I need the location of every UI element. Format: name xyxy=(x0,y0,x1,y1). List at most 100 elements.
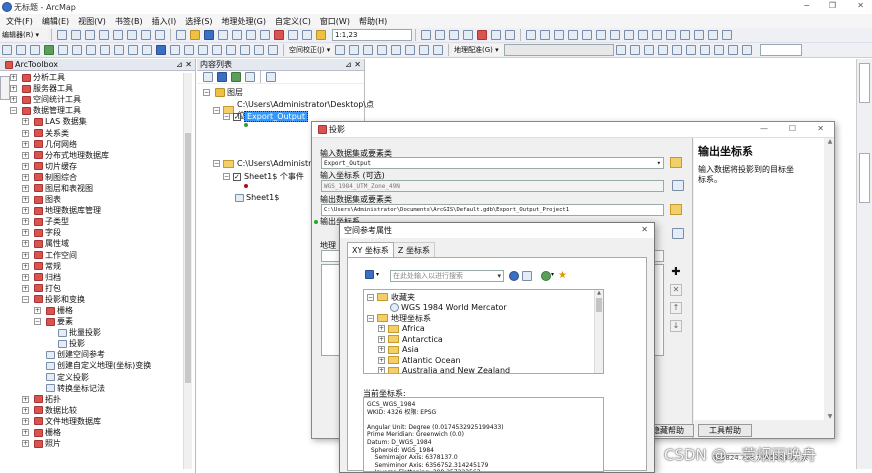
menu-item-7[interactable]: 自定义(C) xyxy=(275,16,311,27)
toc-sheet2-node[interactable]: Sheet1$ xyxy=(233,193,279,202)
sketch-props-icon[interactable] xyxy=(155,30,165,40)
toolbox-item[interactable]: + 栅格 xyxy=(10,305,195,316)
output-cs-props-icon[interactable] xyxy=(672,228,684,239)
expand-toggle-icon[interactable]: + xyxy=(10,74,17,82)
clear-selection-icon[interactable] xyxy=(128,45,138,55)
menu-item-1[interactable]: 编辑(E) xyxy=(42,16,69,27)
sr-tree-item[interactable]: − 收藏夹 xyxy=(367,292,603,303)
viewer-georef-icon[interactable] xyxy=(686,45,696,55)
displacement-icon[interactable] xyxy=(433,45,443,55)
toolbox-item[interactable]: + 数据比较 xyxy=(10,405,195,416)
toolbox-item[interactable]: 投影 xyxy=(10,338,195,349)
dialog-close-button[interactable]: ✕ xyxy=(817,124,824,133)
full-extent-icon[interactable] xyxy=(44,45,54,55)
globe-add-dropdown[interactable]: ▾ xyxy=(551,271,554,278)
search-tab[interactable] xyxy=(859,153,870,203)
new-link-icon[interactable] xyxy=(349,45,359,55)
browse-output-icon[interactable] xyxy=(670,204,682,215)
toc-pin-close[interactable]: ⊿ ✕ xyxy=(345,60,361,69)
print-icon[interactable] xyxy=(218,30,228,40)
input-dataset-combo[interactable]: Export_Output ▾ xyxy=(321,157,664,169)
menu-item-3[interactable]: 书签(B) xyxy=(115,16,143,27)
toolbox-item[interactable]: + 关系类 xyxy=(10,127,195,138)
expand-toggle-icon[interactable]: + xyxy=(10,85,17,93)
list-by-order-icon[interactable] xyxy=(203,72,213,82)
sr-tree-item[interactable]: + Asia xyxy=(367,345,603,356)
help-icon[interactable] xyxy=(708,30,718,40)
toolbox-item[interactable]: + 常规 xyxy=(10,261,195,272)
expand-toggle-icon[interactable]: + xyxy=(22,395,29,403)
zoom-out-icon[interactable] xyxy=(16,45,26,55)
toolbox-item[interactable]: + 地理数据库管理 xyxy=(10,205,195,216)
clear-search-icon[interactable] xyxy=(522,271,532,281)
menu-item-9[interactable]: 帮助(H) xyxy=(359,16,387,27)
toolbox-item[interactable]: + 空间统计工具 xyxy=(10,94,195,105)
input-cs-field[interactable]: WGS_1984_UTM_Zone_49N xyxy=(321,180,664,192)
georef-layer-combo[interactable] xyxy=(504,44,614,56)
expand-toggle-icon[interactable]: + xyxy=(22,273,29,281)
expand-toggle-icon[interactable]: + xyxy=(22,129,29,137)
toc-icon[interactable] xyxy=(435,30,445,40)
link-table-icon[interactable] xyxy=(391,45,401,55)
expand-toggle-icon[interactable]: + xyxy=(22,184,29,192)
expand-toggle-icon[interactable]: + xyxy=(378,346,385,354)
find-route-icon[interactable] xyxy=(226,45,236,55)
toolbox-item[interactable]: + 属性域 xyxy=(10,238,195,249)
toc-layers-node[interactable]: − 图层 xyxy=(203,87,243,98)
toolbox-item[interactable]: − 投影和变换 xyxy=(10,294,195,305)
expand-toggle-icon[interactable]: + xyxy=(22,140,29,148)
toolbox-item[interactable]: + 制图综合 xyxy=(10,172,195,183)
cut-tool-icon[interactable] xyxy=(232,30,242,40)
add-favorite-icon[interactable]: ★ xyxy=(558,270,567,281)
toc-options-icon[interactable] xyxy=(266,72,276,82)
modelbuilder-icon[interactable] xyxy=(505,30,515,40)
tab-z-cs[interactable]: Z 坐标系 xyxy=(393,241,435,258)
expand-toggle-icon[interactable]: + xyxy=(378,367,385,373)
toolbox-item[interactable]: + 文件地理数据库 xyxy=(10,416,195,427)
expand-toggle-icon[interactable]: + xyxy=(378,356,385,364)
toolbox-scrollbar[interactable] xyxy=(183,73,192,469)
view-table-icon[interactable] xyxy=(672,45,682,55)
open-icon[interactable] xyxy=(190,30,200,40)
sr-dialog-close-button[interactable]: ✕ xyxy=(641,225,648,234)
minimize-button[interactable]: − xyxy=(803,1,810,10)
output-dataset-field[interactable]: C:\Users\Administrator\Documents\ArcGIS\… xyxy=(321,204,664,216)
toolbox-item[interactable]: + 切片缓存 xyxy=(10,161,195,172)
sketch-icon[interactable] xyxy=(71,30,81,40)
measure-icon[interactable] xyxy=(198,45,208,55)
adjust-icon[interactable] xyxy=(405,45,415,55)
reshape-icon[interactable] xyxy=(85,30,95,40)
layer-checkbox[interactable]: ✓ xyxy=(233,112,241,121)
attributes-icon[interactable] xyxy=(141,30,151,40)
toolbox-item[interactable]: − 要素 xyxy=(10,316,195,327)
expand-toggle-icon[interactable]: + xyxy=(22,173,29,181)
split-icon[interactable] xyxy=(113,30,123,40)
sr-search-input[interactable]: 在此处输入以进行搜索 ▾ xyxy=(390,270,504,282)
select-elements-icon[interactable] xyxy=(142,45,152,55)
trace-icon[interactable] xyxy=(596,30,606,40)
fixed-zoom-out-icon[interactable] xyxy=(72,45,82,55)
toolbox-item[interactable]: + LAS 数据集 xyxy=(10,116,195,127)
add-transform-icon[interactable]: ✚ xyxy=(670,266,682,279)
sr-tree-item[interactable]: WGS 1984 World Mercator xyxy=(367,303,603,314)
page-icon[interactable] xyxy=(694,30,704,40)
rotate-icon[interactable] xyxy=(127,30,137,40)
toolbox-item[interactable]: + 栅格 xyxy=(10,427,195,438)
line-icon[interactable] xyxy=(540,30,550,40)
edit-tool-icon[interactable] xyxy=(57,30,67,40)
sr-tree-scrollbar[interactable]: ▲ xyxy=(594,290,603,373)
time-slider-icon[interactable] xyxy=(254,45,264,55)
sr-tree-item[interactable]: − 地理坐标系 xyxy=(367,313,603,324)
input-cs-props-icon[interactable] xyxy=(672,180,684,191)
menu-item-8[interactable]: 窗口(W) xyxy=(320,16,350,27)
expand-toggle-icon[interactable]: + xyxy=(34,307,41,315)
editor-menu[interactable]: 编辑器(R) ▾ xyxy=(0,29,48,41)
browse-input-icon[interactable] xyxy=(670,157,682,168)
toolbox-item[interactable]: + 打包 xyxy=(10,283,195,294)
left-dock-tab[interactable] xyxy=(0,76,10,100)
grid-icon[interactable] xyxy=(624,30,634,40)
preview-icon[interactable] xyxy=(419,45,429,55)
hyperlink-icon[interactable] xyxy=(170,45,180,55)
pan-icon[interactable] xyxy=(30,45,40,55)
expand-toggle-icon[interactable]: + xyxy=(22,262,29,270)
